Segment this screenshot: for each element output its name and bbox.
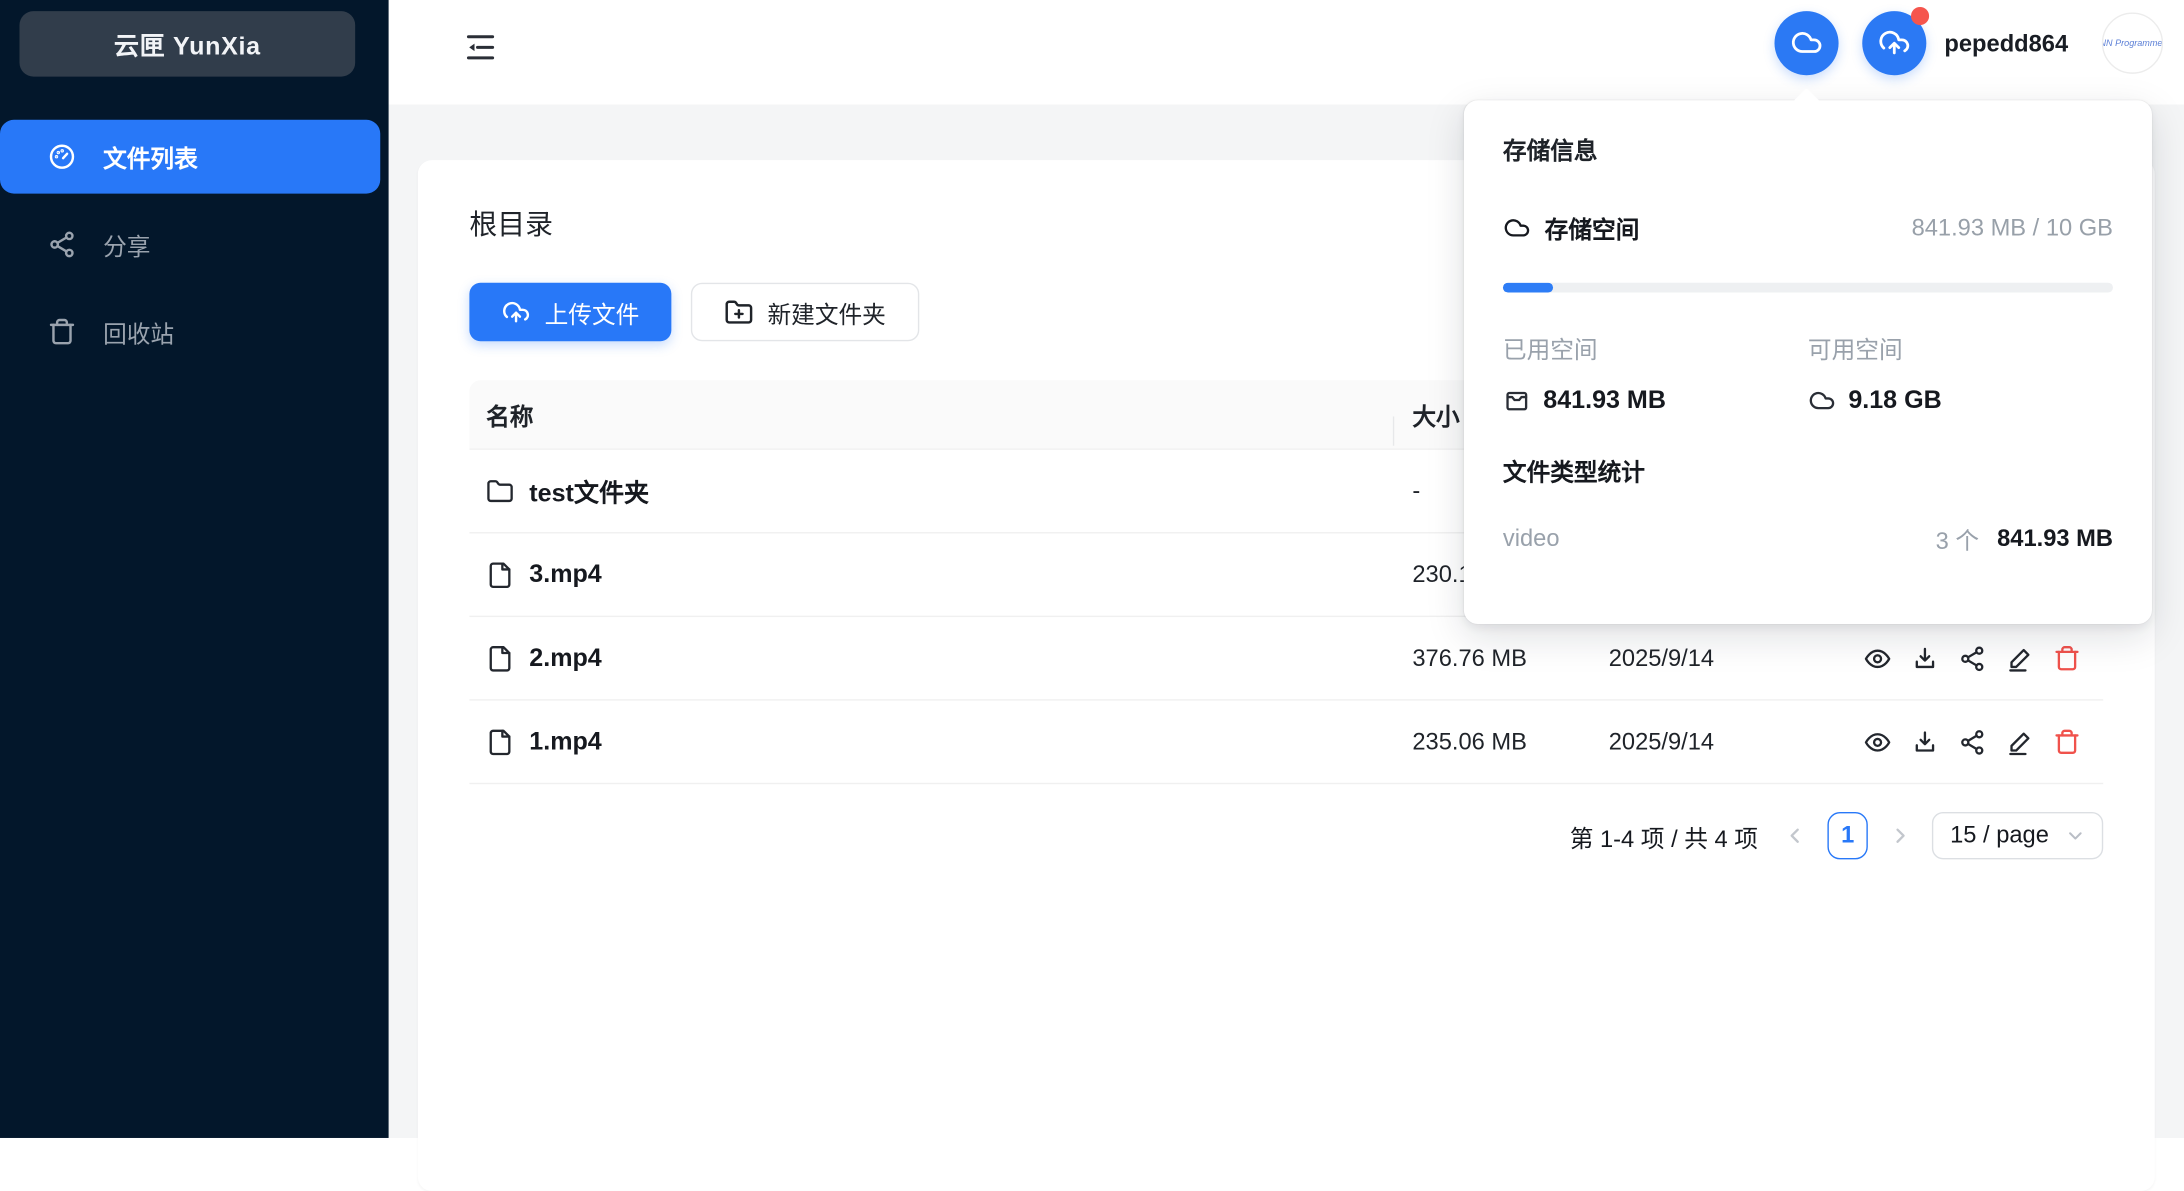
folder-icon (486, 477, 514, 505)
sidebar-item[interactable]: 分享 (0, 208, 380, 282)
app-window: 云匣 YunXia 文件列表 (0, 0, 2184, 1138)
share-icon (47, 230, 76, 259)
sidebar-item[interactable]: 文件列表 (0, 120, 380, 194)
rename-icon[interactable] (2006, 644, 2034, 672)
pagination: 第 1-4 项 / 共 4 项 1 15 / page (469, 812, 2103, 859)
file-name: 3.mp4 (529, 560, 601, 589)
free-space: 可用空间 9.18 GB (1808, 330, 2113, 415)
file-name-cell[interactable]: 1.mp4 (469, 727, 1392, 756)
share-icon[interactable] (1958, 728, 1986, 756)
storage-space-value: 841.93 MB / 10 GB (1912, 214, 2113, 242)
file-icon (486, 644, 514, 672)
cloud-upload-icon (501, 297, 530, 326)
share-icon[interactable] (1958, 644, 1986, 672)
cloud-icon (1808, 387, 1836, 415)
storage-space-row: 存储空间 841.93 MB / 10 GB (1503, 210, 2113, 245)
delete-icon[interactable] (2053, 728, 2081, 756)
avatar-text: NN Programmer (2102, 38, 2163, 48)
user-avatar[interactable]: NN Programmer (2102, 13, 2163, 74)
trash-icon (47, 318, 76, 347)
file-icon (486, 561, 514, 589)
file-size-cell: 235.06 MB (1393, 728, 1588, 756)
sidebar-item-label: 回收站 (103, 315, 174, 350)
download-icon[interactable] (1911, 728, 1939, 756)
file-type-stats: video 3 个 841.93 MB (1503, 521, 2113, 556)
column-header-name[interactable]: 名称 (469, 397, 1392, 432)
prev-page-icon[interactable] (1784, 825, 1806, 847)
table-row[interactable]: 2.mp4 376.76 MB 2025/9/14 (469, 617, 2103, 701)
free-space-value: 9.18 GB (1848, 386, 1941, 415)
new-folder-button[interactable]: 新建文件夹 (691, 283, 919, 341)
upload-file-label: 上传文件 (545, 295, 640, 330)
sidebar-collapse-button[interactable] (462, 29, 498, 65)
file-name: test文件夹 (529, 473, 649, 509)
upload-file-button[interactable]: 上传文件 (469, 283, 671, 341)
file-size-cell: 376.76 MB (1393, 644, 1588, 672)
folder-plus-icon (724, 297, 753, 326)
dashboard-icon (47, 142, 76, 171)
file-name: 1.mp4 (529, 727, 601, 756)
download-icon[interactable] (1911, 644, 1939, 672)
row-actions (1846, 644, 2104, 672)
storage-popover: 存储信息 存储空间 841.93 MB / 10 GB 已用空间 (1464, 100, 2152, 624)
pagination-total: 第 1-4 项 / 共 4 项 (1570, 818, 1758, 853)
file-name-cell[interactable]: test文件夹 (469, 473, 1392, 509)
storage-progress-fill (1503, 283, 1553, 293)
sidebar-menu: 文件列表 分享 (0, 120, 380, 383)
sidebar-item-label: 文件列表 (103, 139, 198, 174)
file-icon (486, 728, 514, 756)
file-name-cell[interactable]: 3.mp4 (469, 560, 1392, 589)
delete-icon[interactable] (2053, 644, 2081, 672)
next-page-icon[interactable] (1889, 825, 1911, 847)
cloud-icon (1503, 214, 1531, 242)
storage-space-label: 存储空间 (1545, 210, 1640, 245)
file-name: 2.mp4 (529, 643, 601, 672)
preview-icon[interactable] (1864, 728, 1892, 756)
row-actions (1846, 728, 2104, 756)
file-type-name: video (1503, 524, 1560, 552)
page-number-button[interactable]: 1 (1828, 812, 1868, 859)
table-row[interactable]: 1.mp4 235.06 MB 2025/9/14 (469, 701, 2103, 785)
cloud-upload-icon (1878, 26, 1911, 59)
sidebar: 云匣 YunXia 文件列表 (0, 0, 389, 1138)
new-folder-label: 新建文件夹 (767, 295, 885, 330)
cloud-icon (1790, 26, 1823, 59)
storage-breakdown: 已用空间 841.93 MB 可用空间 (1503, 330, 2113, 415)
preview-icon[interactable] (1864, 644, 1892, 672)
file-type-size: 841.93 MB (1997, 524, 2113, 552)
upload-tasks-button[interactable] (1862, 11, 1926, 75)
chevron-down-icon (2066, 826, 2086, 846)
page-size-value: 15 / page (1950, 822, 2049, 850)
inbox-icon (1503, 387, 1531, 415)
popover-title: 存储信息 (1503, 131, 2113, 166)
file-name-cell[interactable]: 2.mp4 (469, 643, 1392, 672)
storage-progress-bar (1503, 283, 2113, 293)
free-space-label: 可用空间 (1808, 330, 2113, 365)
app-logo-text: 云匣 YunXia (114, 26, 261, 62)
sidebar-item[interactable]: 回收站 (0, 295, 380, 369)
used-space-value: 841.93 MB (1543, 386, 1666, 415)
storage-info-button[interactable] (1774, 11, 1838, 75)
username[interactable]: pepedd864 (1944, 0, 2068, 88)
file-type-stats-title: 文件类型统计 (1503, 453, 2113, 488)
file-type-stat-row: video 3 个 841.93 MB (1503, 521, 2113, 556)
sidebar-item-label: 分享 (103, 227, 150, 262)
notification-badge (1911, 7, 1929, 25)
rename-icon[interactable] (2006, 728, 2034, 756)
file-date-cell: 2025/9/14 (1588, 644, 1846, 672)
app-logo: 云匣 YunXia (19, 11, 355, 76)
used-space-label: 已用空间 (1503, 330, 1808, 365)
topbar: pepedd864 NN Programmer (389, 0, 2184, 104)
used-space: 已用空间 841.93 MB (1503, 330, 1808, 415)
file-date-cell: 2025/9/14 (1588, 728, 1846, 756)
page-size-select[interactable]: 15 / page (1932, 812, 2103, 859)
file-type-count: 3 个 (1936, 521, 1979, 556)
